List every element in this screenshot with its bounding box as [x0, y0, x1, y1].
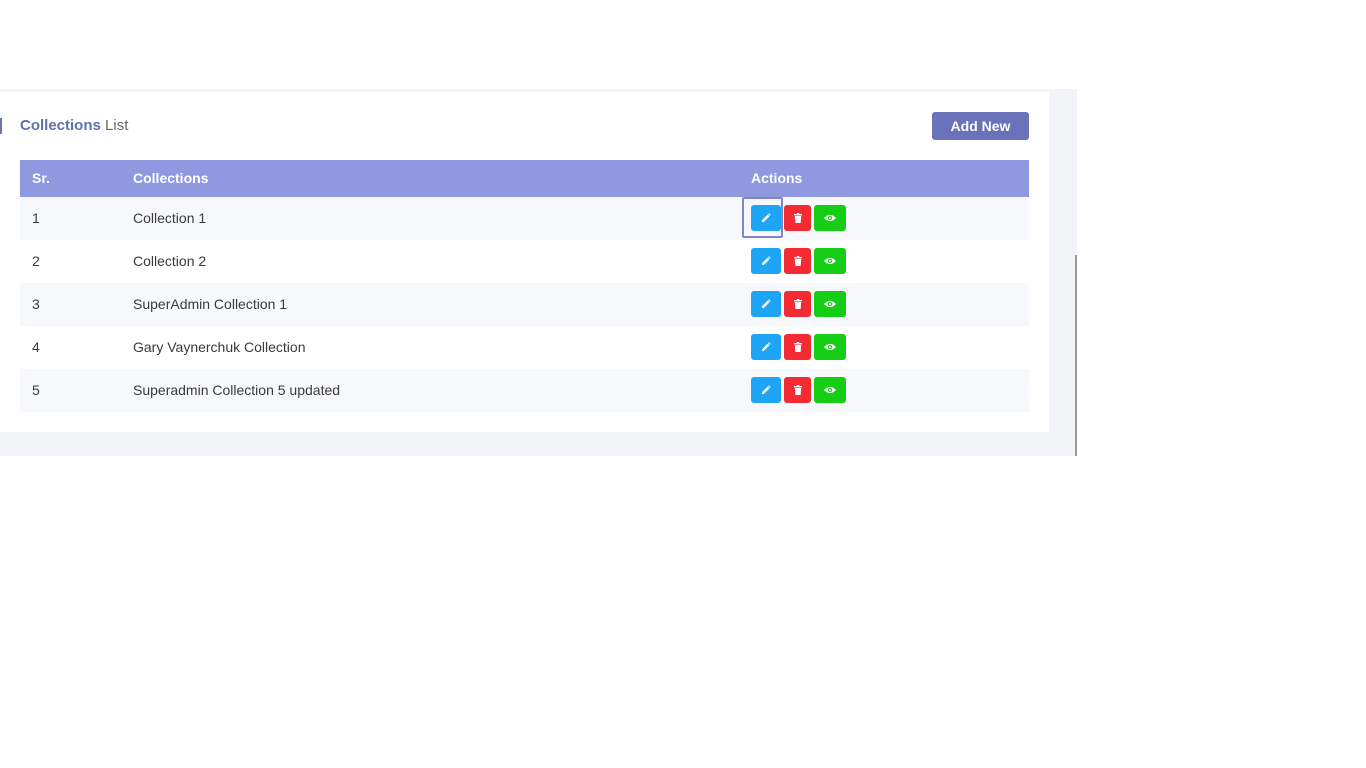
trash-icon: [793, 342, 802, 352]
view-button[interactable]: [814, 334, 846, 360]
row-collection-name: SuperAdmin Collection 1: [133, 296, 288, 312]
card-title-rest: List: [105, 117, 129, 134]
table-row: 5 Superadmin Collection 5 updated: [20, 369, 1029, 412]
table-header: Sr. Collections Actions: [20, 160, 1029, 197]
row-collection-name: Collection 2: [133, 253, 207, 269]
row-collection-name: Collection 1: [133, 210, 207, 226]
delete-button[interactable]: [784, 334, 811, 360]
header-collections: Collections: [133, 170, 209, 186]
eye-icon: [824, 343, 836, 351]
row-sr: 4: [32, 339, 40, 355]
scrollbar-thumb[interactable]: [1075, 255, 1077, 456]
pencil-icon: [762, 342, 771, 351]
eye-icon: [824, 257, 836, 265]
trash-icon: [793, 299, 802, 309]
eye-icon: [824, 386, 836, 394]
trash-icon: [793, 213, 802, 223]
view-button[interactable]: [814, 205, 846, 231]
card-title: Collections List: [20, 116, 128, 136]
row-sr: 5: [32, 382, 40, 398]
row-actions: [751, 377, 846, 403]
pencil-icon: [762, 385, 771, 394]
delete-button[interactable]: [784, 248, 811, 274]
trash-icon: [793, 385, 802, 395]
table-row: 2 Collection 2: [20, 240, 1029, 283]
edit-button[interactable]: [751, 334, 781, 360]
card-title-strong: Collections: [20, 117, 101, 134]
delete-button[interactable]: [784, 291, 811, 317]
view-button[interactable]: [814, 291, 846, 317]
row-actions: [751, 248, 846, 274]
header-actions: Actions: [751, 170, 803, 186]
table-body: 1 Collection 1 2 Collection 2 3 SuperAdm…: [20, 197, 1029, 412]
table-row: 1 Collection 1: [20, 197, 1029, 240]
row-collection-name: Gary Vaynerchuk Collection: [133, 339, 306, 355]
row-sr: 3: [32, 296, 40, 312]
pencil-icon: [762, 299, 771, 308]
pencil-icon: [762, 213, 771, 222]
delete-button[interactable]: [784, 377, 811, 403]
scrollbar-track[interactable]: [1049, 89, 1077, 456]
edit-button[interactable]: [751, 248, 781, 274]
table-row: 3 SuperAdmin Collection 1: [20, 283, 1029, 326]
table-row: 4 Gary Vaynerchuk Collection: [20, 326, 1029, 369]
edit-button[interactable]: [751, 377, 781, 403]
header-sr: Sr.: [32, 170, 50, 186]
pencil-icon: [762, 256, 771, 265]
eye-icon: [824, 300, 836, 308]
row-actions: [751, 334, 846, 360]
trash-icon: [793, 256, 802, 266]
view-button[interactable]: [814, 377, 846, 403]
row-sr: 2: [32, 253, 40, 269]
title-accent-bar: [0, 118, 2, 134]
edit-button[interactable]: [751, 291, 781, 317]
row-sr: 1: [32, 210, 40, 226]
edit-button[interactable]: [751, 205, 781, 231]
row-actions: [751, 205, 846, 231]
add-new-button[interactable]: Add New: [932, 112, 1029, 140]
row-actions: [751, 291, 846, 317]
eye-icon: [824, 214, 836, 222]
view-button[interactable]: [814, 248, 846, 274]
collections-table: Sr. Collections Actions 1 Collection 1 2…: [20, 160, 1029, 412]
delete-button[interactable]: [784, 205, 811, 231]
row-collection-name: Superadmin Collection 5 updated: [133, 382, 341, 398]
